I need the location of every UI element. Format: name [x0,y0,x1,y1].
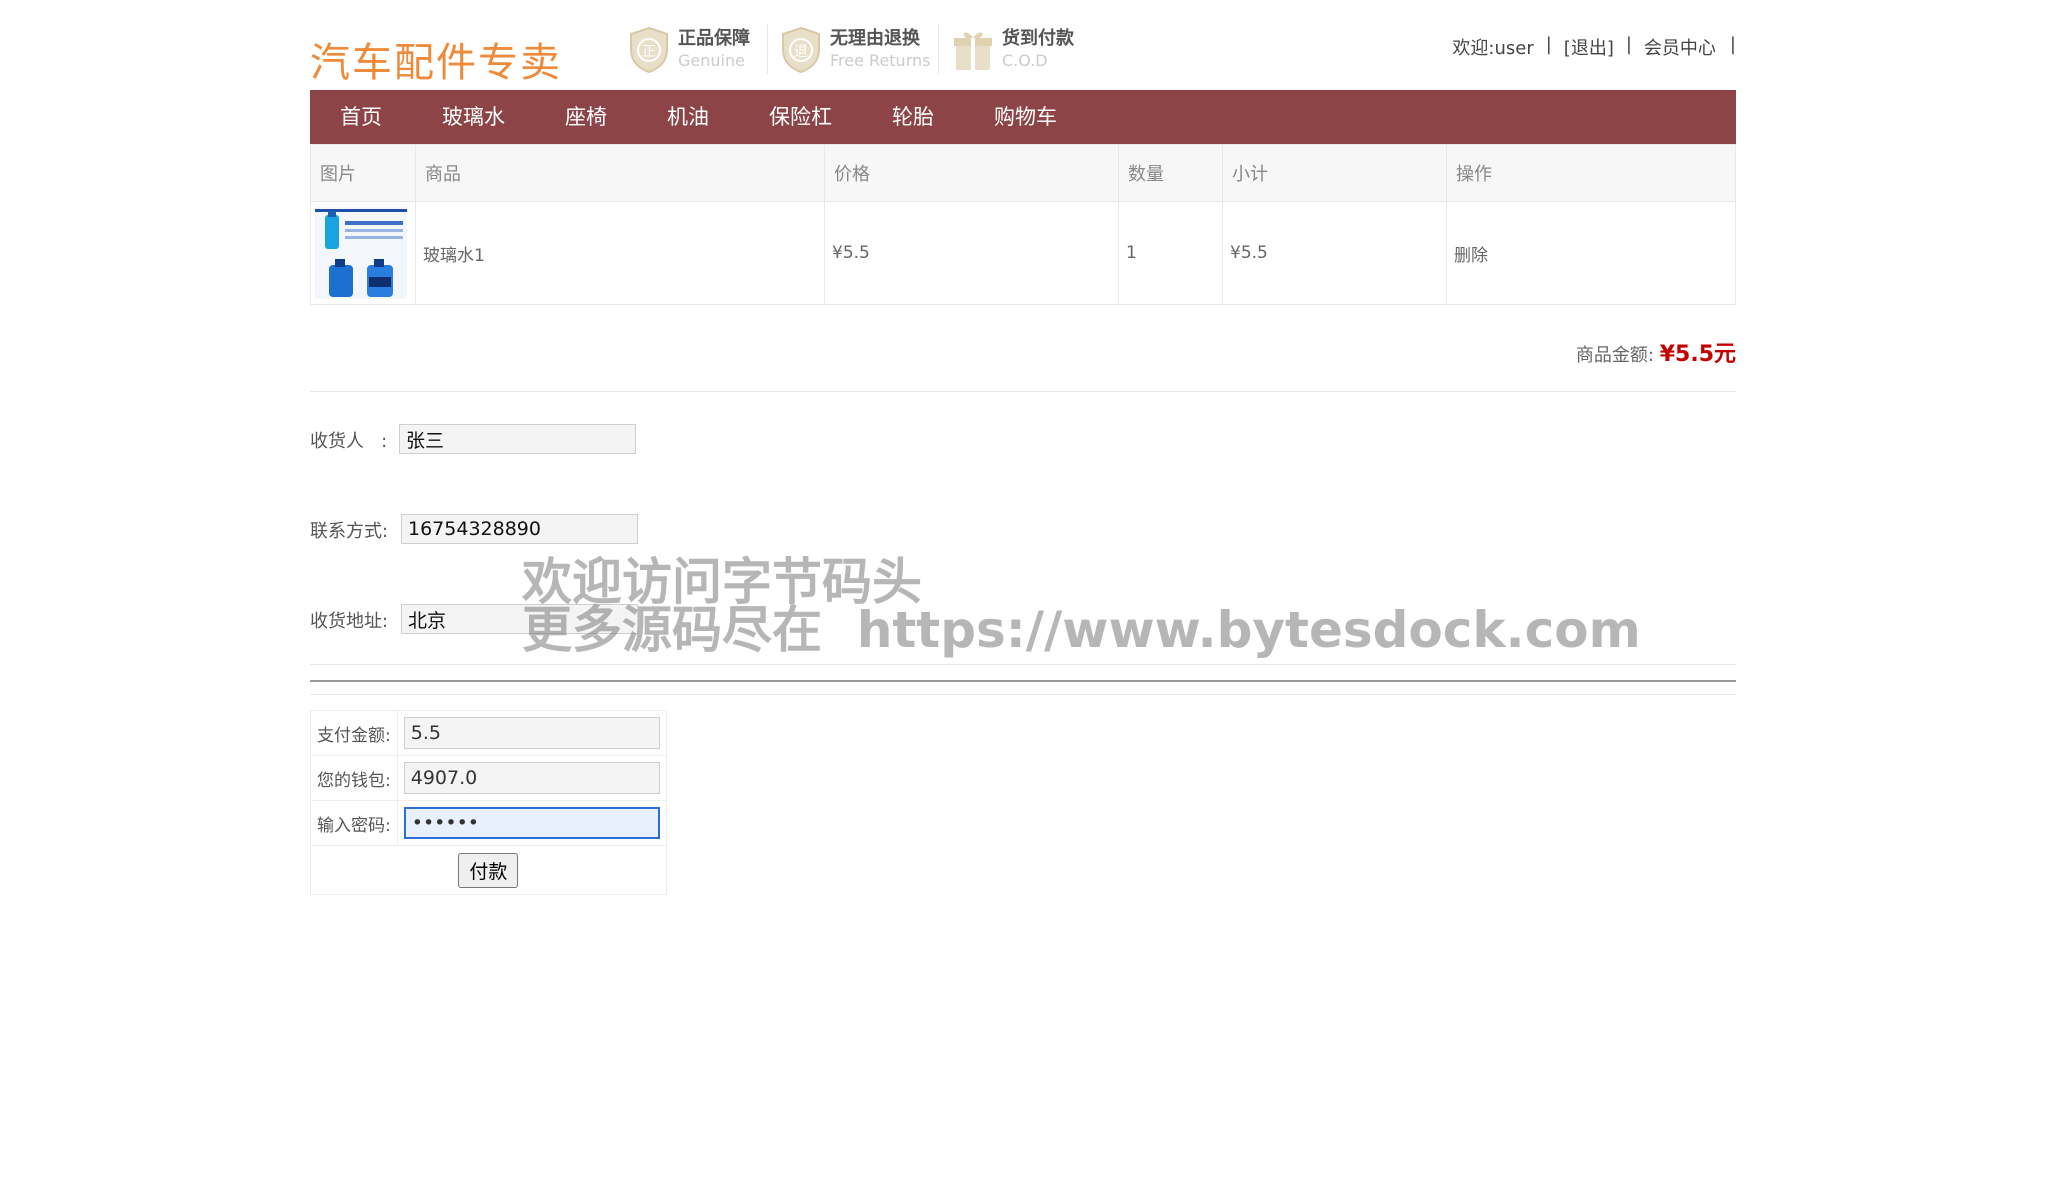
amount-label: 支付金额: [310,710,398,756]
cart-table: 图片 商品 价格 数量 小计 操作 玻璃水1 ¥5.5 1 ¥5.5 删除 [310,144,1736,305]
payment-row: 您的钱包: [310,755,667,801]
separator: | [1729,34,1736,55]
col-qty: 数量 [1118,144,1223,202]
cell-image [310,201,416,305]
delete-link[interactable]: 删除 [1446,201,1736,305]
divider [310,694,1736,695]
table-header-row: 图片 商品 价格 数量 小计 操作 [310,144,1736,202]
separator: | [1545,34,1552,55]
col-image: 图片 [310,144,416,202]
password-label: 输入密码: [310,800,398,846]
welcome-text: 欢迎:user [1452,38,1534,59]
divider [310,391,1736,392]
divider [310,664,1736,665]
main-nav: 首页 玻璃水 座椅 机油 保险杠 轮胎 购物车 [310,90,1736,144]
badge-subtitle: Free Returns [830,51,931,70]
product-image [315,207,407,299]
member-center-link[interactable]: 会员中心 [1644,34,1716,60]
badge-divider [767,24,768,74]
watermark-line-2: 更多源码尽在 https://www.bytesdock.com [522,601,1641,659]
amount-input[interactable] [403,717,660,749]
shield-icon: 正 [630,26,668,74]
wallet-input[interactable] [403,762,660,794]
logout-link[interactable]: [退出] [1564,34,1614,60]
cell-subtotal: ¥5.5 [1222,201,1447,305]
cell-qty: 1 [1118,201,1223,305]
svg-text:正: 正 [642,44,656,60]
address-label: 收货地址: [310,611,389,632]
nav-seats[interactable]: 座椅 [535,90,637,144]
badge-subtitle: C.O.D [1002,51,1048,70]
total-label: 商品金额: [1575,345,1654,366]
table-row: 玻璃水1 ¥5.5 1 ¥5.5 删除 [310,201,1736,305]
col-price: 价格 [824,144,1119,202]
col-action: 操作 [1446,144,1736,202]
wallet-label: 您的钱包: [310,755,398,801]
badge-cod: 货到付款 C.O.D [952,24,1074,76]
badge-title: 货到付款 [1002,28,1074,49]
password-cell [396,800,667,846]
nav-bumper[interactable]: 保险杠 [739,90,862,144]
password-input[interactable] [403,807,660,839]
badge-title: 无理由退换 [830,28,920,49]
nav-cart[interactable]: 购物车 [964,90,1087,144]
receiver-input[interactable] [399,424,636,454]
contact-label: 联系方式: [310,521,389,542]
col-subtotal: 小计 [1222,144,1447,202]
pay-button-cell: 付款 [310,845,667,895]
nav-oil[interactable]: 机油 [637,90,739,144]
svg-text:退: 退 [794,44,808,60]
contact-input[interactable] [401,514,638,544]
badge-genuine: 正 正品保障 Genuine [628,24,750,76]
payment-table: 支付金额: 您的钱包: 输入密码: 付款 [310,710,667,895]
cell-product-name[interactable]: 玻璃水1 [415,201,825,305]
nav-tires[interactable]: 轮胎 [862,90,964,144]
user-bar: 欢迎:user | [退出] | 会员中心 | [1452,34,1736,60]
col-product: 商品 [415,144,825,202]
nav-home[interactable]: 首页 [310,90,412,144]
shield-icon: 退 [782,26,820,74]
payment-row: 输入密码: [310,800,667,846]
badge-divider [938,24,939,74]
receiver-label: 收货人 : [310,431,388,452]
badge-subtitle: Genuine [678,51,745,70]
payment-row: 支付金额: [310,710,667,756]
badge-title: 正品保障 [678,28,750,49]
cell-price: ¥5.5 [824,201,1119,305]
badge-free-returns: 退 无理由退换 Free Returns [780,24,930,76]
payment-row: 付款 [310,845,667,895]
cart-total: 商品金额: ¥5.5元 [1576,336,1736,368]
nav-glass-water[interactable]: 玻璃水 [412,90,535,144]
total-amount: ¥5.5元 [1659,342,1736,367]
product-thumbnail[interactable] [315,207,407,299]
divider [310,680,1736,682]
pay-button[interactable]: 付款 [458,852,519,888]
wallet-cell [396,755,667,801]
gift-icon [954,32,992,70]
amount-cell [396,710,667,756]
site-logo[interactable]: 汽车配件专卖 [310,30,562,88]
separator: | [1625,34,1632,55]
